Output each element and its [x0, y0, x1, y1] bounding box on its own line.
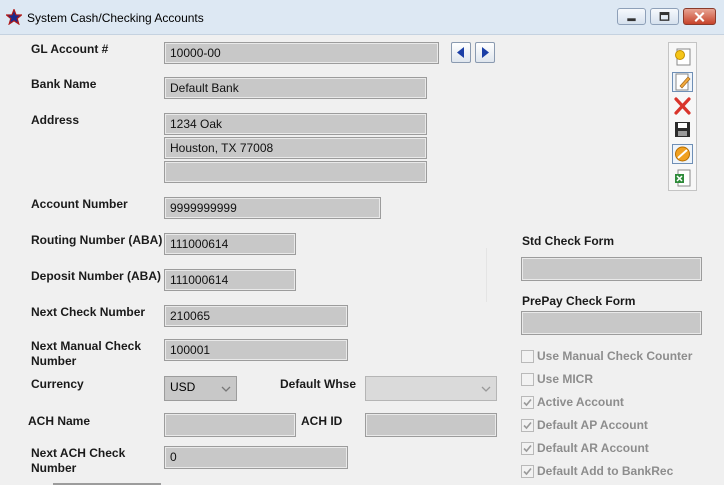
- ach-id-label: ACH ID: [301, 414, 343, 428]
- checkmark-icon: [523, 467, 532, 476]
- delete-icon: [674, 97, 691, 115]
- maximize-icon: [659, 12, 670, 21]
- checkmark-icon: [523, 398, 532, 407]
- save-button[interactable]: [672, 120, 693, 140]
- edit-icon: [675, 73, 691, 91]
- previous-record-button[interactable]: [451, 42, 471, 63]
- use-micr-label: Use MICR: [537, 372, 594, 386]
- std-check-form-field[interactable]: [521, 257, 702, 281]
- new-record-icon: [675, 48, 691, 66]
- active-account-checkbox[interactable]: [521, 396, 534, 409]
- window-titlebar: System Cash/Checking Accounts: [0, 0, 724, 35]
- minimize-button[interactable]: [617, 8, 646, 25]
- ach-id-field[interactable]: [365, 413, 497, 437]
- delete-button[interactable]: [672, 96, 693, 116]
- account-number-field[interactable]: 9999999999: [164, 197, 381, 219]
- window-title: System Cash/Checking Accounts: [27, 11, 204, 25]
- next-ach-check-number-field[interactable]: 0: [164, 446, 348, 469]
- deposit-number-label: Deposit Number (ABA): [31, 269, 162, 283]
- new-record-button[interactable]: [672, 47, 693, 67]
- active-account-label: Active Account: [537, 395, 624, 409]
- prepay-check-form-field[interactable]: [521, 311, 702, 335]
- gl-account-field[interactable]: 10000-00: [164, 42, 439, 64]
- use-micr-checkbox[interactable]: [521, 373, 534, 386]
- default-ap-account-checkbox[interactable]: [521, 419, 534, 432]
- checkmark-icon: [523, 421, 532, 430]
- std-check-form-label: Std Check Form: [522, 234, 615, 248]
- next-ach-check-number-label: Next ACH Check Number: [31, 446, 126, 475]
- next-record-button[interactable]: [475, 42, 495, 63]
- cancel-button[interactable]: [672, 144, 693, 164]
- routing-number-field[interactable]: 111000614: [164, 233, 296, 255]
- default-ar-account-label: Default AR Account: [537, 441, 649, 455]
- maximize-button[interactable]: [650, 8, 679, 25]
- export-icon: [675, 169, 691, 187]
- bank-name-field[interactable]: Default Bank: [164, 77, 427, 99]
- deposit-number-field[interactable]: 111000614: [164, 269, 296, 291]
- chevron-down-icon: [481, 386, 491, 392]
- account-number-label: Account Number: [31, 197, 128, 211]
- default-add-to-bankrec-checkbox[interactable]: [521, 465, 534, 478]
- next-check-number-field[interactable]: 210065: [164, 305, 348, 327]
- record-toolbar: [668, 42, 697, 191]
- currency-label: Currency: [31, 377, 84, 391]
- use-manual-check-counter-label: Use Manual Check Counter: [537, 349, 693, 363]
- close-icon: [694, 12, 705, 22]
- next-manual-check-number-label: Next Manual Check Number: [31, 339, 142, 368]
- routing-number-label: Routing Number (ABA): [31, 233, 163, 247]
- next-check-number-label: Next Check Number: [31, 305, 146, 319]
- ach-name-field[interactable]: [164, 413, 296, 437]
- default-whse-select[interactable]: [365, 376, 497, 401]
- bank-name-label: Bank Name: [31, 77, 97, 91]
- address-line2-field[interactable]: Houston, TX 77008: [164, 137, 427, 159]
- currency-select[interactable]: USD: [164, 376, 237, 401]
- address-line3-field[interactable]: [164, 161, 427, 183]
- edit-button[interactable]: [672, 72, 693, 92]
- checkmark-icon: [523, 444, 532, 453]
- export-button[interactable]: [672, 168, 693, 188]
- next-manual-check-number-field[interactable]: 100001: [164, 339, 348, 361]
- arrow-right-icon: [482, 47, 489, 58]
- default-add-to-bankrec-label: Default Add to BankRec: [537, 464, 674, 478]
- minimize-icon: [627, 18, 636, 22]
- gl-account-label: GL Account #: [31, 42, 109, 56]
- save-icon: [675, 122, 690, 137]
- panel-divider: [486, 248, 487, 302]
- default-ap-account-label: Default AP Account: [537, 418, 648, 432]
- prepay-check-form-label: PrePay Check Form: [522, 294, 636, 308]
- default-whse-label: Default Whse: [280, 377, 357, 391]
- default-ar-account-checkbox[interactable]: [521, 442, 534, 455]
- arrow-left-icon: [457, 47, 464, 58]
- ach-name-label: ACH Name: [28, 414, 91, 428]
- address-line1-field[interactable]: 1234 Oak: [164, 113, 427, 135]
- address-label: Address: [31, 113, 80, 127]
- cancel-icon: [675, 146, 690, 162]
- use-manual-check-counter-checkbox[interactable]: [521, 350, 534, 363]
- app-star-icon: [6, 9, 22, 25]
- chevron-down-icon: [221, 386, 231, 392]
- currency-value: USD: [170, 380, 196, 394]
- close-button[interactable]: [683, 8, 716, 25]
